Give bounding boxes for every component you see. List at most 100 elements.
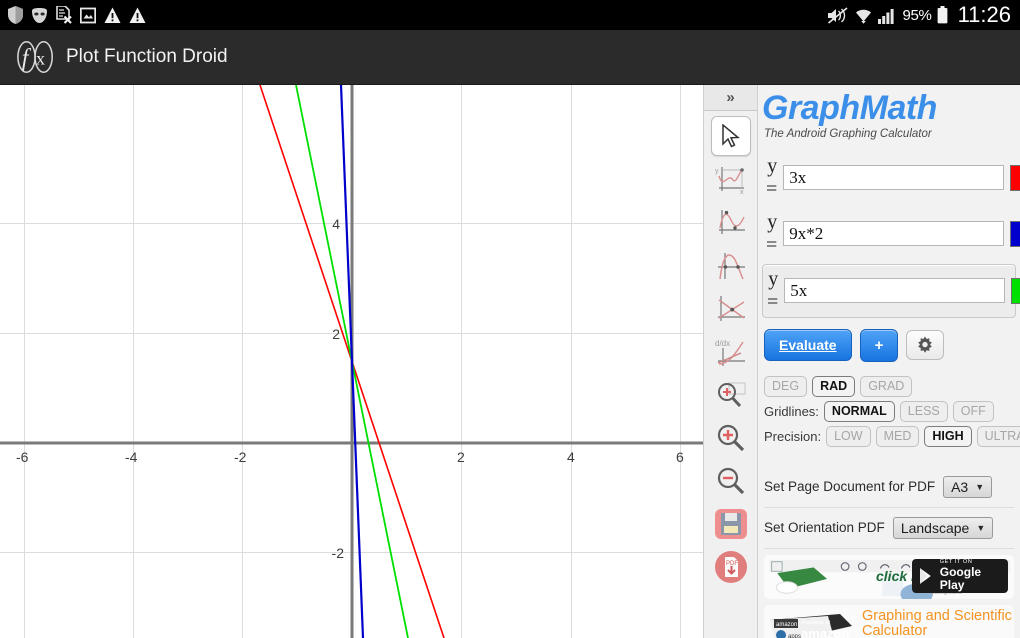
warning-icon-2 (129, 7, 146, 24)
brand-subtitle: The Android Graphing Calculator (764, 127, 932, 140)
precision-med[interactable]: MED (875, 425, 920, 447)
gridlines-label: Gridlines: (764, 403, 819, 419)
page-title: Plot Function Droid (66, 46, 228, 67)
y-tick-label: 2 (332, 326, 340, 342)
pdf-orientation-label: Set Orientation PDF (764, 520, 885, 536)
function-row[interactable]: y = (762, 263, 1020, 318)
clock: 11:26 (957, 2, 1011, 27)
trace-xy-icon: y x (715, 167, 744, 196)
pdf-page-row: Set Page Document for PDF A3 ▼ (764, 467, 1014, 508)
derivative-icon: d/dx (715, 339, 745, 366)
derivative-tool[interactable]: d/dx (711, 333, 751, 371)
function-row[interactable]: y = (762, 152, 1020, 204)
app-root: 95% 11:26 f x Plot Function Droid -6 -4 … (0, 0, 1020, 638)
zoom-in-icon (717, 424, 744, 452)
wifi-icon (854, 7, 873, 24)
export-pdf-tool[interactable]: PDF (711, 548, 751, 586)
pdf-page-select[interactable]: A3 ▼ (943, 475, 993, 498)
roots-icon (717, 253, 745, 280)
gear-icon (918, 336, 933, 353)
ad-headline-line1: Graphing and Scientific (862, 608, 1012, 625)
pdf-orientation-row: Set Orientation PDF Landscape ▼ (764, 508, 1014, 549)
zoom-region-tool[interactable] (711, 376, 751, 414)
tool-strip: » y x d/dx PDF (703, 85, 758, 638)
graph-plot: -6 -4 -2 2 4 6 4 2 -2 -4 (0, 85, 703, 638)
precision-label: Precision: (764, 428, 822, 444)
signal-icon (878, 7, 897, 24)
function-color-swatch[interactable] (1010, 220, 1020, 247)
x-tick-label: -2 (234, 449, 247, 465)
ad-headline-line2: Calculator (862, 623, 928, 638)
svg-text:amazon: amazon (776, 622, 797, 628)
x-tick-label: -4 (125, 449, 138, 465)
pdf-page-label: Set Page Document for PDF (764, 479, 936, 495)
status-system-icons: 95% 11:26 (827, 2, 1020, 28)
intersection-tool[interactable] (711, 290, 751, 328)
roots-tool[interactable] (711, 247, 751, 285)
status-notification-icons (0, 6, 146, 24)
function-input[interactable] (783, 165, 1005, 191)
picture-icon (80, 7, 96, 24)
cursor-arrow-icon (721, 124, 740, 148)
warning-icon (104, 7, 121, 24)
ad-banner-amazon[interactable]: amazon apps Available at amazon Graphing… (764, 604, 1014, 638)
app-action-bar: f x Plot Function Droid (0, 30, 1020, 85)
gridlines-normal[interactable]: NORMAL (823, 400, 895, 422)
document-x-icon (56, 6, 72, 24)
function-label: y = (766, 210, 778, 256)
precision-low[interactable]: LOW (826, 425, 871, 447)
function-input[interactable] (783, 221, 1005, 247)
save-tool[interactable] (711, 505, 751, 543)
zoom-in-tool[interactable] (711, 419, 751, 457)
pdf-orientation-value: Landscape (900, 519, 970, 536)
x-tick-label: -6 (16, 449, 29, 465)
ad-text-block: Graphing and Scientific Calculator Click… (862, 609, 1012, 638)
google-play-badge[interactable]: GET IT ON Google Play (912, 558, 1008, 593)
extrema-tool[interactable] (711, 204, 751, 242)
badge-main-text: Google Play (939, 564, 982, 592)
zoom-region-icon (717, 382, 746, 408)
collapse-panel-button[interactable]: » (704, 85, 757, 111)
angle-mode-deg[interactable]: DEG (764, 375, 808, 397)
zoom-out-icon (717, 467, 744, 495)
svg-text:x: x (36, 49, 45, 69)
function-list: y = y = y = (758, 152, 1020, 318)
gridlines-less[interactable]: LESS (899, 400, 948, 422)
brand-title: GraphMath (762, 89, 937, 127)
ad-banner-google-play[interactable]: Background click here GET IT ON Google P… (764, 554, 1014, 599)
function-row[interactable]: y = (762, 208, 1020, 260)
battery-percent: 95% (902, 6, 932, 24)
svg-text:apps: apps (788, 634, 801, 638)
pdf-orientation-select[interactable]: Landscape ▼ (892, 516, 994, 539)
function-color-swatch[interactable] (1011, 277, 1020, 304)
evaluate-button[interactable]: Evaluate (764, 329, 852, 362)
function-label: y = (767, 267, 779, 313)
angle-mode-grad[interactable]: GRAD (860, 375, 913, 397)
settings-button[interactable] (906, 330, 945, 361)
app-logo-icon: f x (17, 41, 53, 73)
gridlines-off[interactable]: OFF (952, 400, 994, 422)
extrema-icon (718, 210, 745, 234)
graph-canvas[interactable]: -6 -4 -2 2 4 6 4 2 -2 -4 (0, 85, 703, 638)
precision-row: Precision: LOW MED HIGH ULTRA (764, 425, 1020, 447)
trace-xy-tool[interactable]: y x (711, 161, 751, 199)
precision-ultra[interactable]: ULTRA (976, 425, 1020, 447)
pointer-tool[interactable] (710, 116, 751, 156)
angle-mode-rad[interactable]: RAD (812, 375, 856, 397)
battery-icon (937, 6, 948, 24)
action-button-row: Evaluate + (764, 328, 1020, 362)
y-tick-label: -2 (332, 545, 345, 561)
function-input[interactable] (784, 278, 1006, 304)
svg-text:d/dx: d/dx (715, 339, 730, 348)
zoom-out-tool[interactable] (711, 462, 751, 500)
svg-text:amazon: amazon (801, 626, 849, 638)
angle-mode-row: DEG RAD GRAD (764, 375, 1020, 397)
add-function-button[interactable]: + (859, 328, 899, 362)
svg-text:f: f (22, 46, 32, 72)
pdf-download-icon: PDF (714, 551, 747, 583)
gridlines-row: Gridlines: NORMAL LESS OFF (764, 400, 1020, 422)
precision-high[interactable]: HIGH (924, 425, 972, 447)
chevron-down-icon: ▼ (976, 522, 986, 533)
shield-icon (8, 6, 23, 24)
function-color-swatch[interactable] (1010, 164, 1020, 191)
